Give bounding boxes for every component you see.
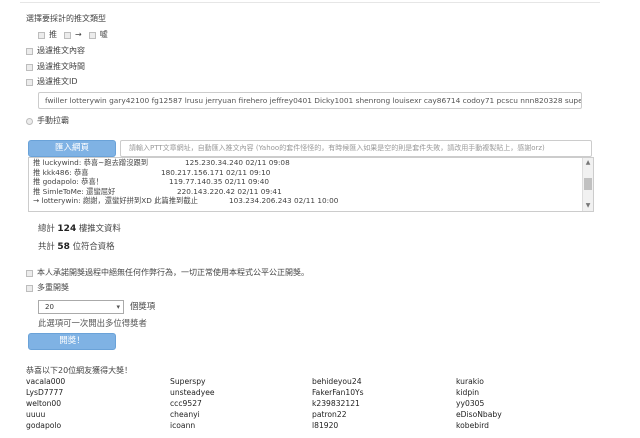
type-options: 推 → 噓: [38, 30, 108, 40]
winner-name: yy0305: [456, 399, 485, 408]
filtered-ids-input[interactable]: fwiller lotterywin gary42100 fg12587 lru…: [38, 92, 582, 109]
winner-name: FakerFan10Ys: [312, 388, 364, 397]
filter-content-checkbox[interactable]: [26, 47, 33, 55]
filter-time-label: 過濾推文時間: [37, 62, 85, 71]
url-input[interactable]: 請輸入PTT文章網址，自動匯入推文內容 (Yahoo的套件怪怪的，有時候匯入如果…: [120, 140, 592, 157]
filter-id-label: 過濾推文ID: [37, 77, 78, 86]
filter-time-option[interactable]: 過濾推文時間: [26, 62, 85, 72]
disclaimer-checkbox[interactable]: [26, 269, 33, 277]
push-checkbox[interactable]: [38, 31, 45, 39]
push-label: 推: [49, 30, 57, 39]
winner-name: ccc9527: [170, 399, 202, 408]
disclaimer-option[interactable]: 本人承諾開獎過程中絕無任何作弊行為，一切正常使用本程式公平公正開獎。: [26, 268, 309, 278]
filter-time-checkbox[interactable]: [26, 63, 33, 71]
winner-name: kurakio: [456, 377, 484, 386]
multiple-hint: 此選項可一次開出多位得獎者: [38, 318, 147, 328]
winner-name: kobebird: [456, 421, 490, 430]
boo-checkbox[interactable]: [88, 31, 96, 39]
log-line: 推 kkk486: 恭喜 180.217.156.171 02/11 09:10: [33, 167, 271, 177]
multiple-checkbox[interactable]: [26, 284, 33, 292]
winner-name: LysD7777: [26, 388, 64, 397]
top-divider: [20, 2, 600, 3]
winner-name: unsteadyee: [170, 388, 215, 397]
import-button[interactable]: 匯入網頁: [28, 140, 116, 157]
arrow-label: →: [75, 30, 82, 39]
winner-name: eDisoNbaby: [456, 410, 502, 419]
draw-button[interactable]: 開獎！: [28, 333, 116, 350]
comments-textarea[interactable]: 推 luckywind: 恭喜~跑去蹭沒跟到 125.230.34.240 02/…: [28, 157, 594, 212]
winner-name: cheanyi: [170, 410, 200, 419]
winner-name: vacala000: [26, 377, 66, 386]
filter-id-option[interactable]: 過濾推文ID: [26, 77, 78, 87]
winner-name: godapolo: [26, 421, 62, 430]
disclaimer-label: 本人承諾開獎過程中絕無任何作弊行為，一切正常使用本程式公平公正開獎。: [37, 268, 309, 277]
log-line: 推 luckywind: 恭喜~跑去蹭沒跟到 125.230.34.240 02/…: [33, 158, 290, 167]
prize-count-select[interactable]: 20 ▾: [38, 300, 124, 314]
multiple-option[interactable]: 多重開獎: [26, 283, 69, 293]
scroll-down-icon[interactable]: ▼: [584, 202, 592, 210]
manual-pull-label: 手動拉霸: [37, 116, 69, 125]
winner-name: kidpin: [456, 388, 480, 397]
results-title: 恭喜以下20位網友獲得大獎！: [26, 366, 133, 375]
total-stat: 總計 124 樓推文資料: [38, 223, 121, 234]
multiple-label: 多重開獎: [37, 283, 69, 292]
winner-name: k239832121: [312, 399, 360, 408]
filter-content-label: 過濾推文內容: [37, 46, 85, 55]
prize-count-suffix: 個獎項: [130, 301, 156, 311]
winner-name: l81920: [312, 421, 339, 430]
filter-content-option[interactable]: 過濾推文內容: [26, 46, 85, 56]
chevron-down-icon: ▾: [116, 303, 120, 311]
winner-name: patron22: [312, 410, 347, 419]
log-line: 推 SimleToMe: 還蠻屈好 220.143.220.42 02/11 09…: [33, 186, 282, 196]
log-line: → lotterywin: 謝謝，還蠻好拼到XD 此篇推到截止 103.234.2…: [33, 196, 339, 205]
scroll-up-icon[interactable]: ▲: [584, 159, 592, 167]
scroll-thumb[interactable]: [584, 178, 592, 190]
log-line: 推 godapolo: 恭喜！ 119.77.140.35 02/11 09:40: [33, 177, 270, 186]
textarea-scrollbar[interactable]: ▲ ▼: [582, 158, 593, 211]
manual-pull-option[interactable]: 手動拉霸: [26, 116, 69, 126]
filter-id-checkbox[interactable]: [26, 78, 33, 86]
winner-name: uuuu: [26, 410, 46, 419]
arrow-checkbox[interactable]: [64, 31, 71, 39]
manual-pull-radio[interactable]: [26, 117, 33, 125]
boo-label: 噓: [99, 30, 108, 39]
section-title: 選擇要採計的推文類型: [26, 14, 106, 23]
winner-name: behideyou24: [312, 377, 362, 386]
winner-name: welton00: [26, 399, 62, 408]
winner-name: Superspy: [170, 377, 206, 386]
winner-name: icoann: [170, 421, 196, 430]
qualified-stat: 共計 58 位符合資格: [38, 241, 115, 252]
